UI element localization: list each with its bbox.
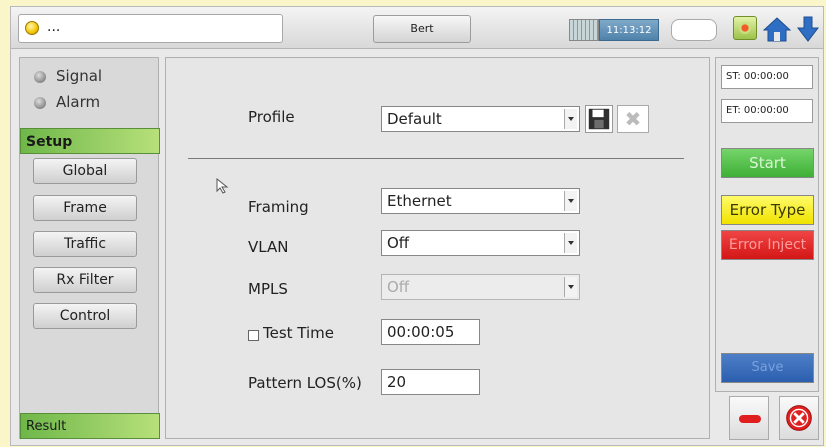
nav-global-button[interactable]: Global <box>33 158 137 184</box>
grid-icon[interactable] <box>569 19 599 41</box>
main-panel: Profile Default ✖ Framing Ethernet VLAN … <box>165 57 710 439</box>
test-time-input[interactable]: 00:00:05 <box>381 319 480 345</box>
system-icon[interactable] <box>733 16 757 40</box>
status-field[interactable]: ... <box>18 14 283 43</box>
close-button[interactable] <box>779 396 819 440</box>
vlan-select[interactable]: Off <box>381 230 580 256</box>
minus-icon <box>739 415 761 423</box>
minimize-button[interactable] <box>729 396 769 440</box>
pattern-los-value: 20 <box>387 373 407 391</box>
home-icon[interactable] <box>763 16 791 42</box>
vlan-value: Off <box>387 234 410 252</box>
bert-button[interactable]: Bert <box>373 15 471 43</box>
chevron-down-icon <box>564 277 577 297</box>
mpls-label: MPLS <box>248 280 288 298</box>
divider <box>188 158 684 159</box>
nav-control-button[interactable]: Control <box>33 303 137 329</box>
nav-frame-button[interactable]: Frame <box>33 195 137 221</box>
alarm-led-icon <box>34 97 46 109</box>
save-button[interactable]: Save <box>721 353 814 383</box>
chevron-down-icon <box>564 233 577 253</box>
alarm-label: Alarm <box>56 93 101 111</box>
nav-traffic-button[interactable]: Traffic <box>33 231 137 257</box>
profile-value: Default <box>387 110 442 128</box>
down-arrow-icon[interactable] <box>796 16 820 42</box>
test-time-label: Test Time <box>263 324 335 342</box>
blank-indicator <box>671 19 717 41</box>
status-led-icon <box>25 21 39 35</box>
mpls-select[interactable]: Off <box>381 274 580 300</box>
clock: 11:13:12 <box>599 19 659 41</box>
mpls-value: Off <box>387 278 410 296</box>
profile-label: Profile <box>248 108 295 126</box>
framing-label: Framing <box>248 198 309 216</box>
nav-rx-filter-button[interactable]: Rx Filter <box>33 267 137 293</box>
left-panel: Signal Alarm Setup Global Frame Traffic … <box>19 57 160 439</box>
test-time-value: 00:00:05 <box>387 323 455 341</box>
error-type-button[interactable]: Error Type <box>721 195 814 225</box>
pattern-los-input[interactable]: 20 <box>381 369 480 395</box>
chevron-down-icon <box>564 191 577 211</box>
result-header[interactable]: Result <box>20 413 160 439</box>
cursor-icon <box>216 178 229 194</box>
vlan-label: VLAN <box>248 238 289 256</box>
setup-header[interactable]: Setup <box>20 128 160 154</box>
close-icon <box>786 405 812 431</box>
device-window: ... Bert 11:13:12 Signal Alarm Setup Glo… <box>10 6 824 446</box>
start-button[interactable]: Start <box>721 148 814 178</box>
error-inject-button[interactable]: Error Inject <box>721 230 814 260</box>
delete-icon[interactable]: ✖ <box>617 105 649 133</box>
framing-select[interactable]: Ethernet <box>381 188 580 214</box>
right-panel: ST: 00:00:00 ET: 00:00:00 Start Error Ty… <box>715 57 819 392</box>
save-icon[interactable] <box>585 105 613 133</box>
status-text: ... <box>47 19 61 35</box>
test-time-checkbox[interactable] <box>248 330 259 341</box>
signal-label: Signal <box>56 67 103 85</box>
chevron-down-icon <box>564 109 577 129</box>
signal-led-icon <box>34 71 46 83</box>
start-time-display: ST: 00:00:00 <box>721 65 813 89</box>
framing-value: Ethernet <box>387 192 452 210</box>
profile-select[interactable]: Default <box>381 106 580 132</box>
pattern-los-label: Pattern LOS(%) <box>248 374 362 392</box>
top-bar: ... Bert 11:13:12 <box>11 7 823 49</box>
elapsed-time-display: ET: 00:00:00 <box>721 99 813 123</box>
